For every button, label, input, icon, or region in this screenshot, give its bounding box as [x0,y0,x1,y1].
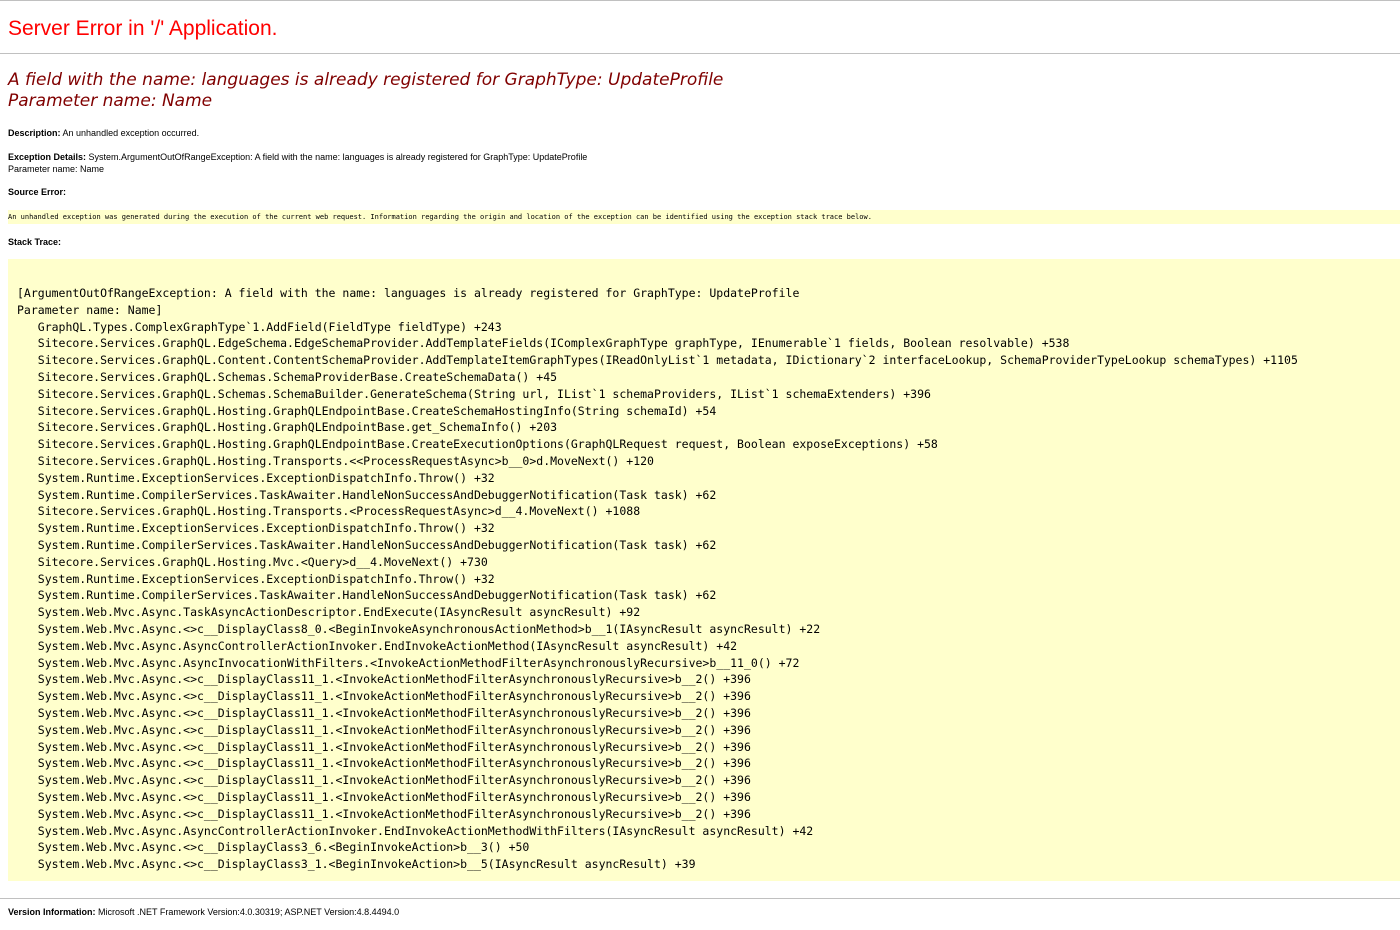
stack-trace-line: System.Web.Mvc.Async.<>c__DisplayClass11… [17,756,751,771]
page-title: Server Error in '/' Application. [8,17,278,40]
stack-trace-line: System.Web.Mvc.Async.<>c__DisplayClass11… [17,705,751,720]
exception-details-label: Exception Details: [8,152,87,162]
description-section: Description: An unhandled exception occu… [8,127,1400,139]
stack-trace-line: System.Web.Mvc.Async.<>c__DisplayClass11… [17,789,751,804]
stack-trace-line: System.Web.Mvc.Async.<>c__DisplayClass11… [17,722,751,737]
stack-trace-line: System.Runtime.ExceptionServices.Excepti… [17,521,495,536]
title-divider [0,53,1400,54]
version-label: Version Information: [8,907,96,917]
source-error-section: Source Error: [8,186,1400,198]
stack-trace-line: System.Web.Mvc.Async.TaskAsyncActionDesc… [17,605,641,620]
description-text: An unhandled exception occurred. [62,128,200,138]
stack-trace-section: Stack Trace: [8,236,1400,248]
stack-trace-line: Sitecore.Services.GraphQL.Content.Conten… [17,353,1298,368]
stack-trace-line: System.Web.Mvc.Async.<>c__DisplayClass11… [17,689,751,704]
stack-trace-line: System.Web.Mvc.Async.<>c__DisplayClass11… [17,806,751,821]
description-label: Description: [8,128,61,138]
stack-trace-line: System.Web.Mvc.Async.AsyncControllerActi… [17,638,738,653]
exception-details-param: Parameter name: Name [8,164,105,174]
stack-trace-line: Sitecore.Services.GraphQL.Hosting.Mvc.<Q… [17,554,488,569]
source-error-box: An unhandled exception was generated dur… [8,210,1400,224]
error-message: A field with the name: languages is alre… [8,70,1400,112]
stack-trace-line: System.Web.Mvc.Async.AsyncControllerActi… [17,823,814,838]
stack-trace-line: Sitecore.Services.GraphQL.Schemas.Schema… [17,386,931,401]
stack-trace-line: System.Web.Mvc.Async.<>c__DisplayClass3_… [17,840,530,855]
exception-details-text: System.ArgumentOutOfRangeException: A fi… [88,152,588,162]
stack-trace-line: System.Web.Mvc.Async.<>c__DisplayClass11… [17,739,751,754]
stack-trace-line: System.Web.Mvc.Async.<>c__DisplayClass11… [17,773,751,788]
stack-trace-line: System.Runtime.CompilerServices.TaskAwai… [17,537,717,552]
stack-trace-line: System.Runtime.CompilerServices.TaskAwai… [17,588,717,603]
version-text: Microsoft .NET Framework Version:4.0.303… [98,907,400,917]
stack-trace-line: System.Web.Mvc.Async.<>c__DisplayClass11… [17,672,751,687]
top-divider [0,0,1400,1]
stack-trace-box: [ArgumentOutOfRangeException: A field wi… [8,259,1400,881]
stack-trace-line: System.Runtime.ExceptionServices.Excepti… [17,470,495,485]
stack-trace-line: Sitecore.Services.GraphQL.Hosting.GraphQ… [17,437,938,452]
error-message-line-2: Parameter name: Name [8,91,213,111]
stack-trace-line: Parameter name: Name] [17,302,163,317]
source-error-text: An unhandled exception was generated dur… [8,213,872,221]
bottom-divider [0,898,1400,899]
stack-trace-label: Stack Trace: [8,237,62,247]
stack-trace-line: GraphQL.Types.ComplexGraphType`1.AddFiel… [17,319,502,334]
error-message-line-1: A field with the name: languages is alre… [8,70,724,90]
source-error-label: Source Error: [8,187,67,197]
stack-trace-line: Sitecore.Services.GraphQL.Hosting.GraphQ… [17,403,717,418]
stack-trace-line: System.Runtime.ExceptionServices.Excepti… [17,571,495,586]
stack-trace-line: Sitecore.Services.GraphQL.Hosting.Transp… [17,504,641,519]
stack-trace-line: System.Web.Mvc.Async.<>c__DisplayClass3_… [17,857,696,872]
stack-trace-line: Sitecore.Services.GraphQL.Hosting.Transp… [17,453,654,468]
stack-trace-line: Sitecore.Services.GraphQL.Schemas.Schema… [17,369,558,384]
stack-trace-line: System.Web.Mvc.Async.<>c__DisplayClass8_… [17,621,821,636]
stack-trace-line: [ArgumentOutOfRangeException: A field wi… [17,286,800,300]
stack-trace-line: System.Web.Mvc.Async.AsyncInvocationWith… [17,655,800,670]
exception-details-section: Exception Details: System.ArgumentOutOfR… [8,151,1400,163]
stack-trace-line: Sitecore.Services.GraphQL.EdgeSchema.Edg… [17,336,1070,351]
stack-trace-line: System.Runtime.CompilerServices.TaskAwai… [17,487,717,502]
version-information: Version Information: Microsoft .NET Fram… [8,906,1400,918]
stack-trace-line: Sitecore.Services.GraphQL.Hosting.GraphQ… [17,420,558,435]
